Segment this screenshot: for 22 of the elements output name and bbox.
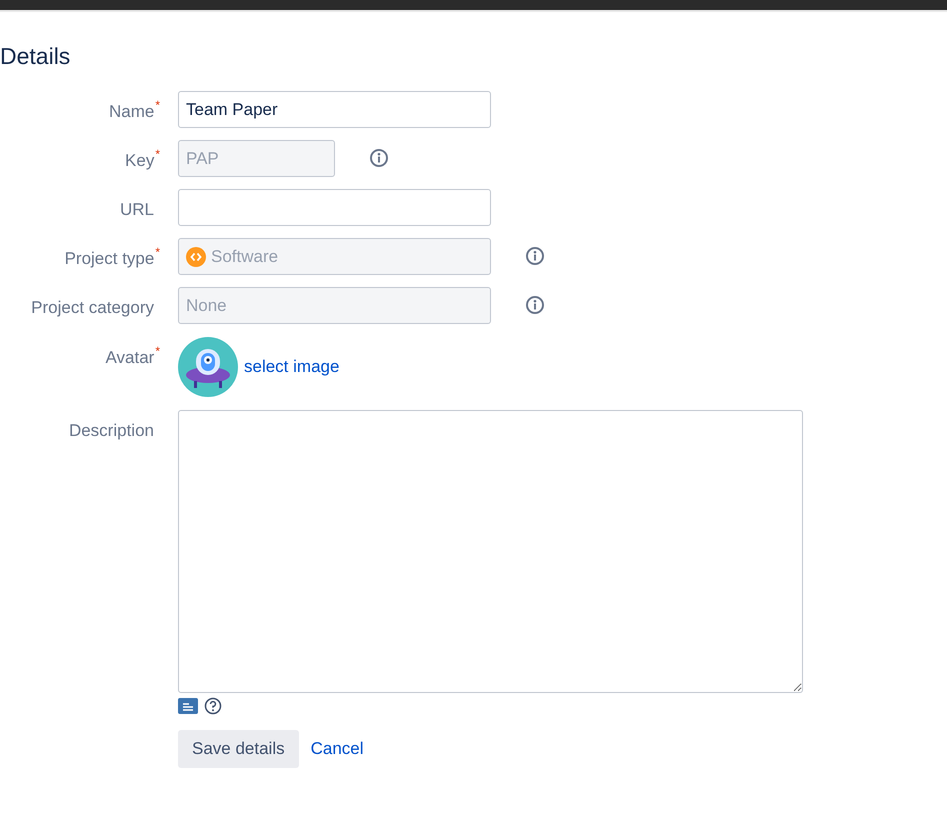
description-field[interactable] <box>178 410 803 693</box>
required-asterisk: * <box>155 246 160 261</box>
section-heading: Details <box>0 45 72 68</box>
cancel-link[interactable]: Cancel <box>310 736 364 762</box>
field-label: Key <box>125 150 154 172</box>
required-asterisk: * <box>155 148 160 163</box>
avatar-icon <box>178 337 238 397</box>
text-field[interactable] <box>178 189 491 226</box>
save-button[interactable]: Save details <box>178 730 299 768</box>
text-field[interactable]: Team Paper <box>178 91 491 128</box>
select-image-link[interactable]: select image <box>244 354 340 380</box>
required-asterisk: * <box>155 345 160 360</box>
code-brackets-icon <box>186 246 206 266</box>
help-icon[interactable] <box>204 697 222 715</box>
field-label: URL <box>120 199 154 221</box>
field-label: Project type <box>64 248 154 270</box>
field-label: Name <box>108 101 154 123</box>
field-label: Project category <box>31 297 154 319</box>
field-label: Avatar <box>106 347 154 369</box>
field-label: Description <box>68 420 154 442</box>
text-mode-icon[interactable] <box>178 698 198 714</box>
required-asterisk: * <box>155 99 160 114</box>
